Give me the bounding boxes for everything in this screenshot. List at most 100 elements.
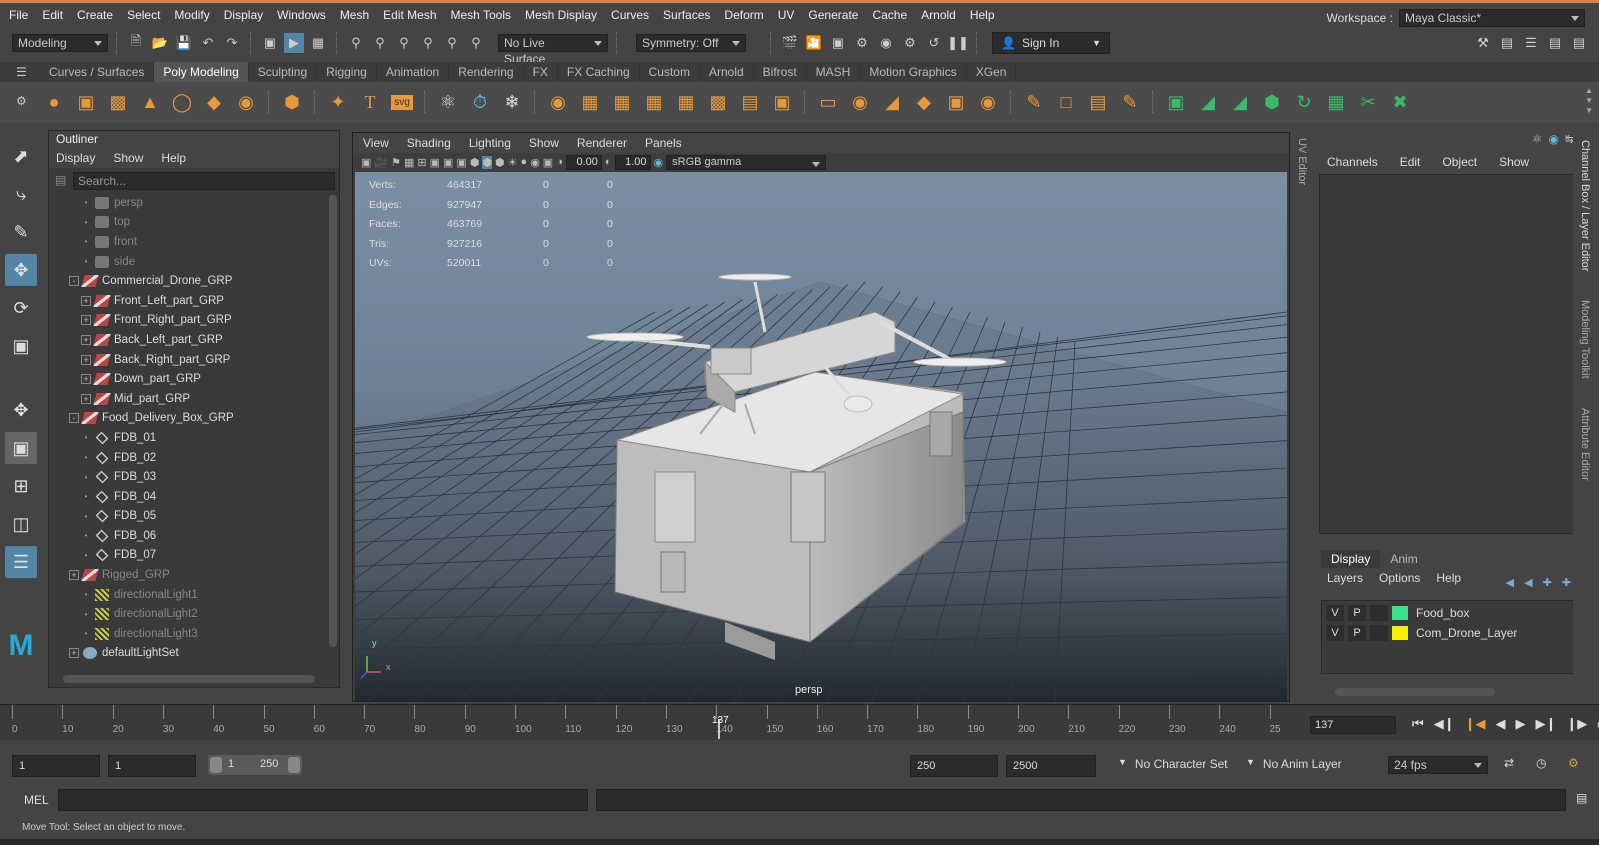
live-surface-field[interactable]: No Live Surface — [498, 34, 608, 66]
menu-mesh-tools[interactable]: Mesh Tools — [444, 3, 518, 27]
step-forward-frame-icon[interactable]: ❙▶ — [1566, 716, 1587, 732]
shelf-tab-fx[interactable]: FX — [524, 62, 558, 82]
menu-arnold[interactable]: Arnold — [914, 3, 963, 27]
collapse-icon[interactable]: - — [69, 413, 79, 424]
cylindrical-map-icon[interactable]: ◢ — [1194, 88, 1222, 116]
tool-settings-icon[interactable]: ▤ — [1545, 33, 1565, 53]
layer-scrollbar[interactable] — [1335, 688, 1495, 696]
snap-point-icon[interactable]: ⚲ — [394, 33, 414, 53]
poly-plane-icon[interactable]: ◆ — [200, 88, 228, 116]
step-forward-key-icon[interactable]: ▶❙ — [1535, 716, 1556, 732]
expand-icon[interactable]: + — [69, 570, 79, 581]
poly-cone-icon[interactable]: ▲ — [136, 88, 164, 116]
expand-icon[interactable]: + — [81, 374, 91, 385]
render-frame-icon[interactable]: 🎦 — [804, 33, 824, 53]
target-weld-icon[interactable]: □ — [1052, 88, 1080, 116]
outliner-item[interactable]: + Mid_part_GRP — [49, 389, 325, 409]
uv-editor-tab[interactable]: UV Editor — [1294, 132, 1312, 192]
channel-box-menu-edit[interactable]: Edit — [1400, 152, 1421, 172]
ipr-render-icon[interactable]: ▣ — [828, 33, 848, 53]
menu-windows[interactable]: Windows — [270, 3, 333, 27]
shelf-tab-animation[interactable]: Animation — [377, 62, 450, 82]
undo-icon[interactable]: ↶ — [198, 33, 218, 53]
auto-map-icon[interactable]: ⬢ — [1258, 88, 1286, 116]
snap-view-icon[interactable]: ⚲ — [418, 33, 438, 53]
layer-playback-toggle[interactable]: P — [1348, 605, 1366, 621]
grid-icon[interactable]: ⊞ — [417, 156, 426, 169]
shelf-tab-arnold[interactable]: Arnold — [700, 62, 754, 82]
auto-key-icon[interactable]: ◷ — [1536, 756, 1546, 770]
cut-uv-icon[interactable]: ✂ — [1354, 88, 1382, 116]
layer-tab-anim[interactable]: Anim — [1380, 550, 1427, 568]
menu-select[interactable]: Select — [120, 3, 167, 27]
outliner-item[interactable]: • FDB_06 — [49, 526, 325, 546]
play-forward-icon[interactable]: ▶ — [1515, 716, 1525, 732]
outliner-item[interactable]: • top — [49, 213, 325, 233]
sign-in-button[interactable]: 👤 Sign In ▼ — [992, 32, 1110, 54]
channel-box-menu-channels[interactable]: Channels — [1327, 152, 1378, 172]
outliner-item[interactable]: • FDB_02 — [49, 448, 325, 468]
menu-file[interactable]: File — [2, 3, 35, 27]
pause-icon[interactable]: ❚❚ — [947, 33, 969, 53]
xray-icon[interactable]: ◉ — [530, 156, 540, 169]
snap-edge-icon[interactable]: ⚲ — [466, 33, 486, 53]
layer-menu-options[interactable]: Options — [1379, 570, 1420, 586]
viewport-menu-view[interactable]: View — [363, 133, 389, 153]
tab-attribute-editor[interactable]: Attribute Editor — [1579, 408, 1591, 481]
extrude-icon[interactable]: ▣ — [768, 88, 796, 116]
workspace-dropdown[interactable]: Maya Classic* — [1399, 9, 1585, 27]
outliner-item[interactable]: - Food_Delivery_Box_GRP — [49, 409, 325, 429]
outliner-item[interactable]: • side — [49, 252, 325, 272]
smooth-shade-icon[interactable]: ⬢ — [482, 155, 493, 169]
channel-box-icon[interactable]: ⚛ — [1532, 132, 1543, 146]
bookmarks-icon[interactable]: ⚑ — [391, 156, 401, 169]
select-component-icon[interactable]: ▦ — [308, 33, 328, 53]
outliner-horizontal-scrollbar[interactable] — [63, 675, 315, 683]
mel-label[interactable]: MEL — [24, 793, 49, 807]
menu-deform[interactable]: Deform — [717, 3, 770, 27]
shelf-tab-fx-caching[interactable]: FX Caching — [558, 62, 640, 82]
film-gate-icon[interactable]: ▣ — [430, 156, 440, 169]
outliner-item[interactable]: - Commercial_Drone_GRP — [49, 271, 325, 291]
menu-edit-mesh[interactable]: Edit Mesh — [376, 3, 443, 27]
outliner-item[interactable]: •defaultObjectSet — [49, 663, 325, 667]
outliner-item[interactable]: + Back_Left_part_GRP — [49, 330, 325, 350]
snap-surface-icon[interactable]: ⚲ — [442, 33, 462, 53]
outliner-item[interactable]: • FDB_07 — [49, 546, 325, 566]
animation-start-field[interactable]: 1 — [12, 755, 100, 777]
isolate-select-icon[interactable]: ▣ — [543, 156, 553, 169]
poly-cylinder-icon[interactable]: ▩ — [104, 88, 132, 116]
quad-draw-icon[interactable]: ✎ — [1116, 88, 1144, 116]
image-plane-icon[interactable]: ▦ — [404, 156, 414, 169]
gamma-icon[interactable]: ◐ — [605, 156, 612, 168]
playblast-icon[interactable]: ↺ — [924, 33, 944, 53]
arnold-render-icon[interactable]: ⚙ — [900, 33, 920, 53]
layer-editor-icon[interactable]: ◉ — [1548, 132, 1558, 146]
lasso-tool-icon[interactable]: ⤷ — [5, 178, 37, 210]
spherical-map-icon[interactable]: ◢ — [1226, 88, 1254, 116]
anim-layer-dropdown[interactable]: ▼ No Anim Layer — [1246, 757, 1342, 771]
viewport-menu-renderer[interactable]: Renderer — [577, 133, 627, 153]
range-slider[interactable]: 1 250 — [208, 755, 302, 775]
viewport-menu-lighting[interactable]: Lighting — [469, 133, 511, 153]
boolean-icon[interactable]: ▦ — [640, 88, 668, 116]
menu-mesh[interactable]: Mesh — [333, 3, 376, 27]
hypershade-icon[interactable]: ◉ — [876, 33, 896, 53]
channel-box-icon[interactable]: ▤ — [1569, 33, 1589, 53]
layer-visibility-toggle[interactable]: V — [1326, 605, 1344, 621]
single-layout-icon[interactable]: ▣ — [5, 432, 37, 464]
exposure-field[interactable]: 0.00 — [565, 154, 602, 170]
super-shape-icon[interactable]: ✦ — [324, 88, 352, 116]
search-options-icon[interactable]: ▤ — [55, 173, 66, 187]
shelf-scroll-icon[interactable]: ▲ ▼ ▼ — [1585, 86, 1593, 116]
anim-prefs-icon[interactable]: ⚙ — [1568, 756, 1579, 770]
shelf-tab-mash[interactable]: MASH — [807, 62, 861, 82]
go-to-start-icon[interactable]: ⏮ — [1412, 716, 1424, 732]
loop-icon[interactable]: ⇄ — [1504, 756, 1514, 770]
outliner-item[interactable]: • persp — [49, 193, 325, 213]
merge-icon[interactable]: ▣ — [942, 88, 970, 116]
paint-select-icon[interactable]: ✎ — [5, 216, 37, 248]
tab-channel-box[interactable]: Channel Box / Layer Editor — [1579, 140, 1591, 271]
shelf-tab-rendering[interactable]: Rendering — [449, 62, 524, 82]
gamma-field[interactable]: 1.00 — [614, 154, 651, 170]
